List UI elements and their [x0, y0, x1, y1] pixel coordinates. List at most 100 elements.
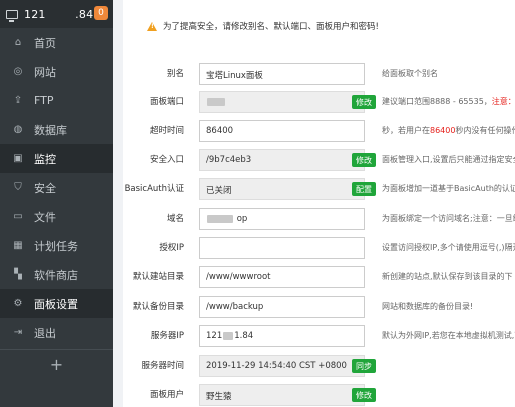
alias-hint: 给面板取个别名	[382, 69, 438, 78]
auth-ip-label: 授权IP	[159, 243, 184, 253]
sidebar-item-cron[interactable]: ▦ 计划任务	[0, 231, 113, 260]
sidebar-item-label: 网站	[34, 65, 56, 79]
site-dir-input[interactable]: /www/wwwroot	[199, 266, 365, 288]
sidebar-item-monitor[interactable]: ▣ 监控	[0, 144, 113, 173]
server-ip-hint: 默认为外网IP,若您在本地虚拟机测试,可	[382, 331, 515, 340]
server-ip-label: 121 .84	[24, 7, 94, 21]
sidebar-item-files[interactable]: ▭ 文件	[0, 202, 113, 231]
entry-hint: 面板管理入口,设置后只能通过指定安全	[382, 155, 515, 164]
sidebar-item-label: 首页	[34, 36, 56, 50]
sync-time-button[interactable]: 同步	[352, 359, 376, 373]
sidebar-nav: ⌂ 首页 ◎ 网站 ⇪ FTP ◍ 数据库 ▣ 监控 ⛉ 安全 ▭ 文件 ▦ 计划任务 ▚ 软件商…	[0, 28, 113, 378]
sidebar-item-website[interactable]: ◎ 网站	[0, 57, 113, 86]
port-label: 面板端口	[149, 97, 184, 107]
sidebar-item-label: 计划任务	[34, 239, 78, 253]
port-input[interactable]	[199, 91, 365, 113]
entry-modify-button[interactable]: 修改	[352, 153, 376, 167]
site-dir-row: 默认建站目录 /www/wwwroot 新创建的站点,默认保存到该目录的下	[123, 266, 515, 288]
upload-icon: ⇪	[13, 95, 23, 106]
domain-label: 域名	[166, 214, 184, 224]
sidebar-item-ftp[interactable]: ⇪ FTP	[0, 86, 113, 115]
basicauth-input[interactable]: 已关闭	[199, 178, 365, 200]
gear-icon: ⚙	[13, 298, 23, 309]
warning-text: 为了提高安全，请修改别名、默认端口、面板用户和密码!	[163, 22, 379, 32]
sidebar-item-settings[interactable]: ⚙ 面板设置	[0, 289, 113, 318]
server-header[interactable]: 121 .84 0	[0, 0, 113, 28]
redacted-value	[223, 331, 234, 340]
sidebar-item-logout[interactable]: ⇥ 退出	[0, 318, 113, 347]
entry-label: 安全入口	[149, 155, 184, 165]
panel-user-row: 面板用户 野生猿 修改	[123, 384, 515, 406]
timeout-hint: 秒，若用户在86400秒内没有任何操作，	[382, 126, 515, 135]
domain-input[interactable]: op	[199, 208, 365, 230]
settings-panel: 为了提高安全，请修改别名、默认端口、面板用户和密码! 别名 宝塔Linux面板 …	[123, 0, 515, 407]
backup-dir-hint: 网站和数据库的备份目录!	[382, 302, 474, 311]
home-icon: ⌂	[14, 37, 22, 48]
globe-icon: ◎	[13, 66, 23, 77]
backup-dir-row: 默认备份目录 /www/backup 网站和数据库的备份目录!	[123, 296, 515, 318]
alias-input[interactable]: 宝塔Linux面板	[199, 63, 365, 85]
sidebar-item-label: FTP	[34, 94, 54, 107]
sidebar-item-label: 安全	[34, 181, 56, 195]
basicauth-hint: 为面板增加一道基于BasicAuth的认证	[382, 184, 515, 193]
sidebar-item-label: 软件商店	[34, 268, 78, 282]
redacted-value	[207, 214, 233, 223]
sidebar-item-database[interactable]: ◍ 数据库	[0, 115, 113, 144]
plus-icon: +	[49, 354, 64, 374]
server-ip-label: 服务器IP	[150, 331, 184, 341]
timeout-input[interactable]: 86400	[199, 120, 365, 142]
server-time-input: 2019-11-29 14:54:40 CST +0800	[199, 355, 365, 377]
auth-ip-input[interactable]	[199, 237, 365, 259]
backup-dir-input[interactable]: /www/backup	[199, 296, 365, 318]
timeout-label: 超时时间	[149, 126, 184, 136]
domain-hint: 为面板绑定一个访问域名;注意：一旦绑	[382, 214, 515, 223]
server-ip-input[interactable]: 121 1.84	[199, 325, 365, 347]
port-modify-button[interactable]: 修改	[352, 95, 376, 109]
sidebar-item-label: 退出	[34, 326, 56, 340]
sidebar: 121 .84 0 ⌂ 首页 ◎ 网站 ⇪ FTP ◍ 数据库 ▣ 监控 ⛉ 安全 ▭ 文件 …	[0, 0, 113, 407]
server-time-row: 服务器时间 2019-11-29 14:54:40 CST +0800 同步	[123, 355, 515, 377]
warning-icon	[147, 21, 157, 31]
panel-user-input[interactable]: 野生猿	[199, 384, 365, 406]
alias-row: 别名 宝塔Linux面板 给面板取个别名	[123, 63, 515, 85]
logout-icon: ⇥	[13, 327, 23, 338]
server-time-label: 服务器时间	[141, 361, 184, 371]
auth-ip-row: 授权IP 设置访问授权IP,多个请使用逗号(,)隔开	[123, 237, 515, 259]
domain-row: 域名 op 为面板绑定一个访问域名;注意：一旦绑	[123, 208, 515, 230]
site-dir-label: 默认建站目录	[132, 272, 184, 282]
sidebar-item-security[interactable]: ⛉ 安全	[0, 173, 113, 202]
sidebar-item-store[interactable]: ▚ 软件商店	[0, 260, 113, 289]
grid-icon: ▚	[14, 269, 22, 280]
redacted-value	[207, 97, 225, 106]
main-content: 为了提高安全，请修改别名、默认端口、面板用户和密码! 别名 宝塔Linux面板 …	[113, 0, 515, 407]
folder-icon: ▭	[13, 211, 23, 222]
server-ip-row: 服务器IP 121 1.84 默认为外网IP,若您在本地虚拟机测试,可	[123, 325, 515, 347]
auth-ip-hint: 设置访问授权IP,多个请使用逗号(,)隔开	[382, 243, 515, 252]
backup-dir-label: 默认备份目录	[132, 302, 184, 312]
panel-user-modify-button[interactable]: 修改	[352, 388, 376, 402]
port-hint: 建议端口范围8888 - 65535，注意：有	[382, 97, 515, 106]
sidebar-item-label: 面板设置	[34, 297, 78, 311]
shield-icon: ⛉	[14, 182, 22, 193]
site-dir-hint: 新创建的站点,默认保存到该目录的下	[382, 272, 513, 281]
panel-user-label: 面板用户	[149, 390, 184, 400]
basicauth-label: BasicAuth认证	[124, 184, 184, 194]
monitor-icon	[6, 9, 18, 22]
calendar-icon: ▦	[13, 240, 23, 251]
sidebar-item-label: 文件	[34, 210, 56, 224]
entry-row: 安全入口 /9b7c4eb3 修改 面板管理入口,设置后只能通过指定安全	[123, 149, 515, 171]
port-row: 面板端口 修改 建议端口范围8888 - 65535，注意：有	[123, 91, 515, 113]
alias-label: 别名	[166, 69, 184, 79]
add-button[interactable]: +	[0, 349, 113, 378]
monitor-icon: ▣	[13, 153, 23, 164]
sidebar-item-label: 监控	[34, 152, 56, 166]
basicauth-config-button[interactable]: 配置	[352, 182, 376, 196]
basicauth-row: BasicAuth认证 已关闭 配置 为面板增加一道基于BasicAuth的认证	[123, 178, 515, 200]
sidebar-item-home[interactable]: ⌂ 首页	[0, 28, 113, 57]
entry-input[interactable]: /9b7c4eb3	[199, 149, 365, 171]
notification-badge[interactable]: 0	[94, 6, 108, 20]
timeout-row: 超时时间 86400 秒，若用户在86400秒内没有任何操作，	[123, 120, 515, 142]
database-icon: ◍	[13, 124, 23, 135]
sidebar-item-label: 数据库	[34, 123, 67, 137]
security-warning: 为了提高安全，请修改别名、默认端口、面板用户和密码!	[147, 20, 379, 32]
